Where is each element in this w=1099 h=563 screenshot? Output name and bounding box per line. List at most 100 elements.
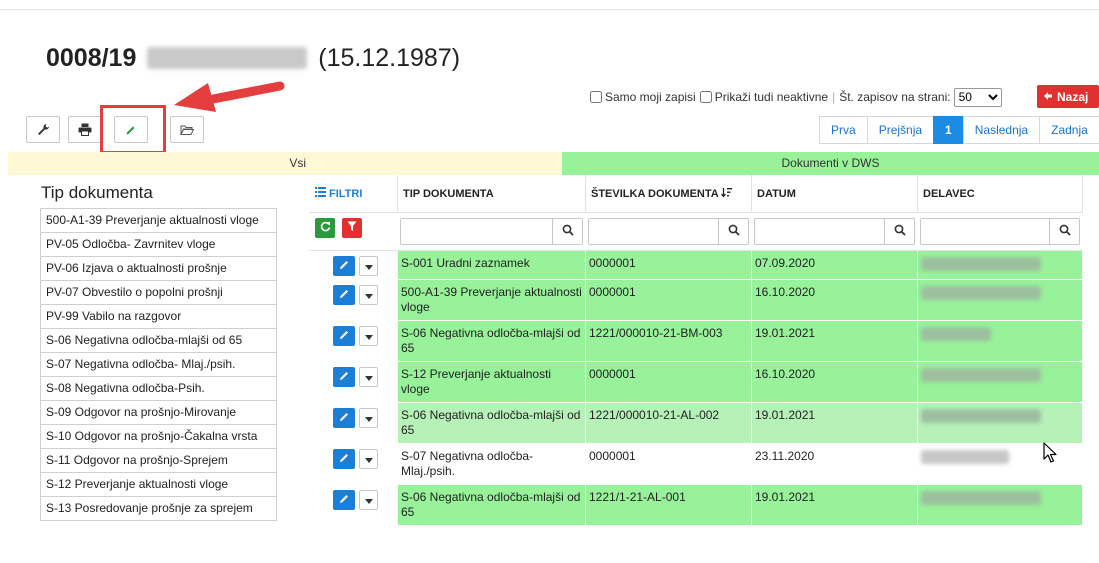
row-dropdown-button[interactable]: [359, 490, 378, 510]
list-item[interactable]: PV-05 Odločba- Zavrnitev vloge: [40, 233, 277, 257]
edit-highlight-box: [100, 105, 166, 154]
list-item[interactable]: S-07 Negativna odločba- Mlaj./psih.: [40, 353, 277, 377]
open-folder-button[interactable]: [170, 116, 204, 143]
sidebar-title: Tip dokumenta: [41, 183, 153, 202]
pencil-icon: [339, 493, 350, 508]
edit-row-button[interactable]: [333, 449, 355, 469]
cell-stevilka: 0000001: [585, 279, 752, 321]
row-dropdown-button[interactable]: [359, 285, 378, 305]
list-item[interactable]: S-11 Odgovor na prošnjo-Sprejem: [40, 449, 277, 473]
table-row[interactable]: S-07 Negativna odločba-Mlaj./psih. 000000…: [309, 443, 1083, 485]
settings-button[interactable]: [26, 116, 60, 143]
edit-row-button[interactable]: [333, 285, 355, 305]
pager-next[interactable]: Naslednja: [962, 116, 1041, 144]
cell-tip: S-07 Negativna odločba-Mlaj./psih.: [397, 443, 586, 485]
table-row[interactable]: S-12 Preverjanje aktualnosti vloge 000000…: [309, 361, 1083, 403]
show-inactive-checkbox[interactable]: [699, 91, 712, 103]
row-dropdown-button[interactable]: [359, 408, 378, 428]
row-dropdown-button[interactable]: [359, 367, 378, 387]
only-mine-checkbox[interactable]: [590, 91, 602, 103]
pager-prev[interactable]: Prejšnja: [866, 116, 935, 144]
redacted-worker: [921, 327, 991, 341]
red-arrow-annotation: [174, 81, 285, 112]
row-actions: [309, 320, 398, 362]
filter-delavec-search-button[interactable]: [1049, 219, 1079, 244]
column-header-tip[interactable]: TIP DOKUMENTA: [397, 175, 586, 213]
record-date: (15.12.1987): [318, 44, 461, 72]
row-dropdown-button[interactable]: [359, 326, 378, 346]
cell-datum: 07.09.2020: [751, 250, 918, 280]
back-button[interactable]: Nazaj: [1037, 85, 1099, 108]
filter-stevilka-box: [588, 218, 749, 245]
edit-row-button[interactable]: [333, 490, 355, 510]
list-item[interactable]: S-06 Negativna odločba-mlajši od 65: [40, 329, 277, 353]
show-inactive-label: Prikaži tudi neaktivne: [714, 90, 829, 104]
cell-tip: 500-A1-39 Preverjanje aktualnosti vloge: [397, 279, 586, 321]
table-row[interactable]: S-06 Negativna odločba-mlajši od 65 1221/…: [309, 320, 1083, 362]
filter-stevilka-search-button[interactable]: [718, 219, 748, 244]
tab-documents-dws[interactable]: Dokumenti v DWS: [562, 152, 1099, 175]
row-actions: [309, 443, 398, 485]
column-header-stevilka[interactable]: ŠTEVILKA DOKUMENTA: [585, 175, 752, 213]
edit-row-button[interactable]: [333, 408, 355, 428]
list-item[interactable]: S-12 Preverjanje aktualnosti vloge: [40, 473, 277, 497]
top-bar: [0, 0, 1099, 10]
filter-delavec-input[interactable]: [921, 219, 1049, 244]
search-icon: [1059, 224, 1071, 240]
list-item[interactable]: PV-06 Izjava o aktualnosti prošnje: [40, 257, 277, 281]
list-item[interactable]: S-08 Negativna odločba-Psih.: [40, 377, 277, 401]
edit-row-button[interactable]: [333, 256, 355, 276]
row-dropdown-button[interactable]: [359, 449, 378, 469]
pager-last[interactable]: Zadnja: [1039, 116, 1099, 144]
pager-first[interactable]: Prva: [819, 116, 868, 144]
search-icon: [894, 224, 906, 240]
list-item[interactable]: PV-99 Vabilo na razgovor: [40, 305, 277, 329]
sort-desc-icon: [721, 188, 733, 200]
clear-filter-button[interactable]: [342, 218, 362, 238]
filters-label: FILTRI: [329, 188, 363, 200]
list-item[interactable]: S-09 Odgovor na prošnjo-Mirovanje: [40, 401, 277, 425]
edit-row-button[interactable]: [333, 367, 355, 387]
filter-tip-input[interactable]: [401, 219, 552, 244]
cell-tip: S-001 Uradni zaznamek: [397, 250, 586, 280]
pager-current[interactable]: 1: [933, 116, 964, 144]
table-row[interactable]: S-06 Negativna odločba-mlajši od 65 1221/…: [309, 402, 1083, 444]
print-button[interactable]: [68, 116, 102, 143]
edit-row-button[interactable]: [333, 326, 355, 346]
cell-datum: 16.10.2020: [751, 279, 918, 321]
row-dropdown-button[interactable]: [359, 256, 378, 276]
caret-down-icon: [364, 411, 373, 426]
list-item[interactable]: S-10 Odgovor na prošnjo-Čakalna vrsta: [40, 425, 277, 449]
pagination: Prva Prejšnja 1 Naslednja Zadnja: [819, 116, 1099, 144]
table-row[interactable]: S-001 Uradni zaznamek 0000001 07.09.2020: [309, 250, 1083, 280]
column-header-delavec[interactable]: DELAVEC: [917, 175, 1083, 213]
cell-stevilka: 1221/000010-21-AL-002: [585, 402, 752, 444]
column-header-datum[interactable]: DATUM: [751, 175, 918, 213]
list-options: Samo moji zapisi Prikaži tudi neaktivne …: [590, 87, 1002, 107]
tab-all[interactable]: Vsi: [8, 152, 562, 175]
pencil-icon: [339, 259, 350, 274]
table-row[interactable]: S-06 Negativna odločba-mlajši od 65 1221/…: [309, 484, 1083, 526]
row-actions: [309, 402, 398, 444]
filter-icon: [347, 221, 357, 236]
refresh-button[interactable]: [315, 218, 335, 238]
table-row[interactable]: 500-A1-39 Preverjanje aktualnosti vloge 0…: [309, 279, 1083, 321]
redacted-name: [147, 47, 308, 69]
list-item[interactable]: PV-07 Obvestilo o popolni prošnji: [40, 281, 277, 305]
cell-datum: 23.11.2020: [751, 443, 918, 485]
list-item[interactable]: 500-A1-39 Preverjanje aktualnosti vloge: [40, 209, 277, 233]
filter-tip-search-button[interactable]: [552, 219, 582, 244]
filter-datum-search-button[interactable]: [884, 219, 914, 244]
pencil-icon: [339, 329, 350, 344]
filters-header[interactable]: FILTRI: [309, 175, 398, 213]
per-page-select[interactable]: 50: [953, 87, 1002, 107]
per-page-label: Št. zapisov na strani:: [839, 90, 951, 104]
list-item[interactable]: S-13 Posredovanje prošnje za sprejem: [40, 497, 277, 521]
filter-datum-input[interactable]: [755, 219, 884, 244]
page-title: 0008/19 (15.12.1987): [46, 44, 460, 73]
filter-stevilka-input[interactable]: [589, 219, 718, 244]
redacted-worker: [921, 368, 1041, 382]
filter-tip-box: [400, 218, 583, 245]
column-header-stevilka-label: ŠTEVILKA DOKUMENTA: [591, 188, 719, 200]
caret-down-icon: [364, 370, 373, 385]
